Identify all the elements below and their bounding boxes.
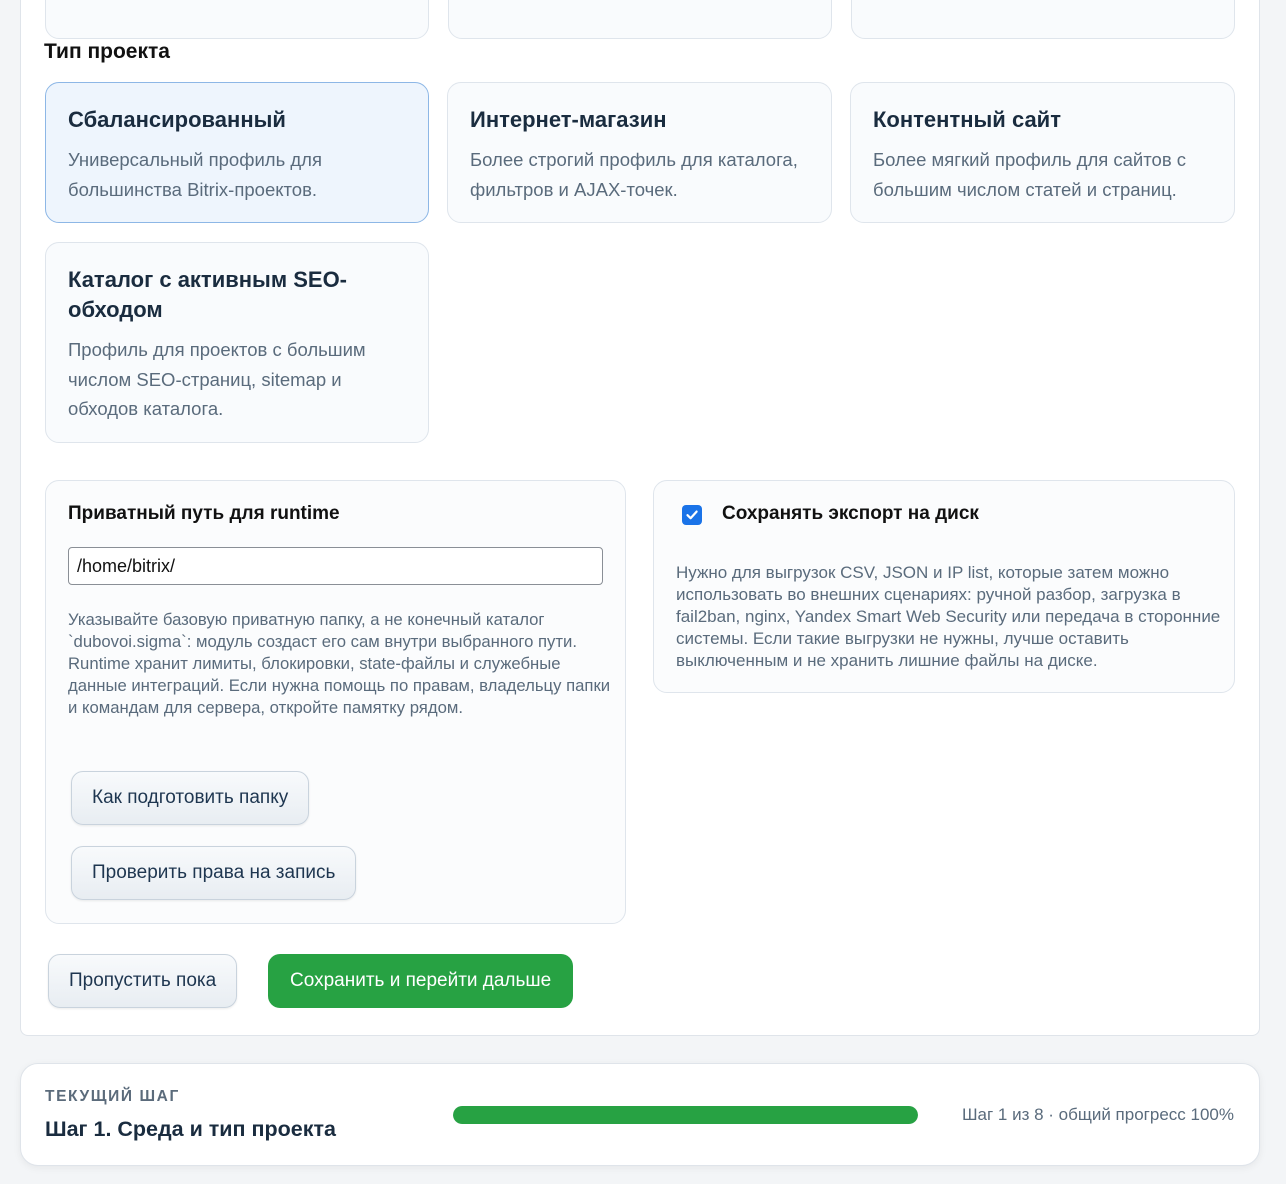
skip-button[interactable]: Пропустить пока <box>48 954 238 1008</box>
project-card-balanced[interactable]: Сбалансированный Универсальный профиль д… <box>45 82 429 223</box>
current-step-kicker: ТЕКУЩИЙ ШАГ <box>45 1088 180 1105</box>
runtime-path-input[interactable] <box>68 547 603 585</box>
project-card-title: Сбалансированный <box>68 107 286 132</box>
current-step-footer: ТЕКУЩИЙ ШАГ Шаг 1. Среда и тип проекта Ш… <box>20 1063 1260 1166</box>
partial-card-2 <box>448 0 832 39</box>
partial-card-1 <box>45 0 429 39</box>
progress-text: Шаг 1 из 8 · общий прогресс 100% <box>961 1105 1234 1124</box>
export-box: Сохранять экспорт на диск Нужно для выгр… <box>653 480 1235 693</box>
project-card-desc: Более строгий профиль для каталога, филь… <box>470 149 798 200</box>
runtime-path-title: Приватный путь для runtime <box>68 503 340 524</box>
progress-bar <box>453 1106 918 1124</box>
project-card-content[interactable]: Контентный сайт Более мягкий профиль для… <box>850 82 1235 223</box>
partial-card-3 <box>851 0 1235 39</box>
save-export-label[interactable]: Сохранять экспорт на диск <box>722 503 979 525</box>
runtime-path-hint: Указывайте базовую приватную папку, а не… <box>68 610 611 717</box>
project-card-title: Контентный сайт <box>873 107 1061 132</box>
project-card-title: Каталог с активным SEO-обходом <box>68 267 348 322</box>
save-and-next-button[interactable]: Сохранить и перейти дальше <box>268 954 574 1008</box>
save-export-desc: Нужно для выгрузок CSV, JSON и IP list, … <box>676 563 1221 670</box>
progress-bar-fill <box>453 1106 918 1124</box>
runtime-path-box: Приватный путь для runtime Указывайте ба… <box>45 480 626 924</box>
current-step-title: Шаг 1. Среда и тип проекта <box>45 1117 336 1141</box>
project-card-desc: Более мягкий профиль для сайтов с больши… <box>873 149 1187 200</box>
project-card-desc: Профиль для проектов с большим числом SE… <box>68 339 366 419</box>
project-card-desc: Универсальный профиль для большинства Bi… <box>68 149 322 200</box>
project-card-shop[interactable]: Интернет-магазин Более строгий профиль д… <box>447 82 832 223</box>
check-write-permissions-button[interactable]: Проверить права на запись <box>71 846 357 900</box>
project-type-heading: Тип проекта <box>44 40 170 63</box>
save-export-checkbox[interactable] <box>682 505 702 525</box>
prepare-folder-button[interactable]: Как подготовить папку <box>71 771 310 825</box>
check-icon <box>686 510 698 520</box>
project-card-title: Интернет-магазин <box>470 107 667 132</box>
project-card-seo-catalog[interactable]: Каталог с активным SEO-обходом Профиль д… <box>45 242 429 443</box>
